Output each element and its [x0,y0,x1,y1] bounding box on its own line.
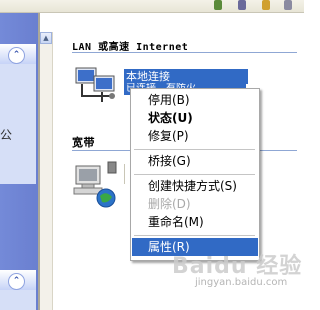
watermark-logo: Baidu 经验 [172,254,303,279]
menu-item-rename[interactable]: 重命名(M) [132,213,258,231]
menu-item-disable[interactable]: 停用(B) [132,91,258,109]
toolbar-icon[interactable] [238,0,246,10]
window-toolbar [0,0,304,13]
group-title-lan: LAN 或高速 Internet [72,42,189,53]
menu-item-bridge[interactable]: 桥接(G) [132,152,258,170]
scroll-up-arrow-icon[interactable]: ▲ [40,32,52,44]
task-pane-text-fragment: 公 [0,128,13,142]
collapse-up-icon[interactable]: ⌃ [8,273,25,290]
group-title-broadband: 宽带 [72,136,95,149]
task-pane: ⌃ 公 ⌃ [0,13,38,310]
toolbar-icon[interactable] [284,0,292,10]
broadband-connection-icon[interactable] [70,160,124,210]
menu-item-status[interactable]: 状态(U) [132,109,258,127]
toolbar-icon[interactable] [262,0,270,10]
context-menu: 停用(B) 状态(U) 修复(P) 桥接(G) 创建快捷方式(S) 删除(D) … [130,88,260,261]
menu-separator [134,174,255,175]
menu-item-repair[interactable]: 修复(P) [132,127,258,145]
task-pane-section: ⌃ 公 [0,44,36,184]
toolbar-icon[interactable] [214,0,222,10]
menu-item-create-shortcut[interactable]: 创建快捷方式(S) [132,177,258,195]
network-connection-icon[interactable] [72,64,122,108]
menu-item-delete: 删除(D) [148,197,191,211]
group-divider [72,52,297,53]
collapse-up-icon[interactable]: ⌃ [8,47,25,64]
connection-name-label[interactable]: 本地连接 [124,69,248,84]
vertical-scrollbar[interactable]: ▲ [40,32,53,310]
menu-separator [134,149,255,150]
menu-separator [134,235,255,236]
task-pane-section: ⌃ [0,270,36,310]
watermark-url: jingyan.baidu.com [195,277,288,288]
